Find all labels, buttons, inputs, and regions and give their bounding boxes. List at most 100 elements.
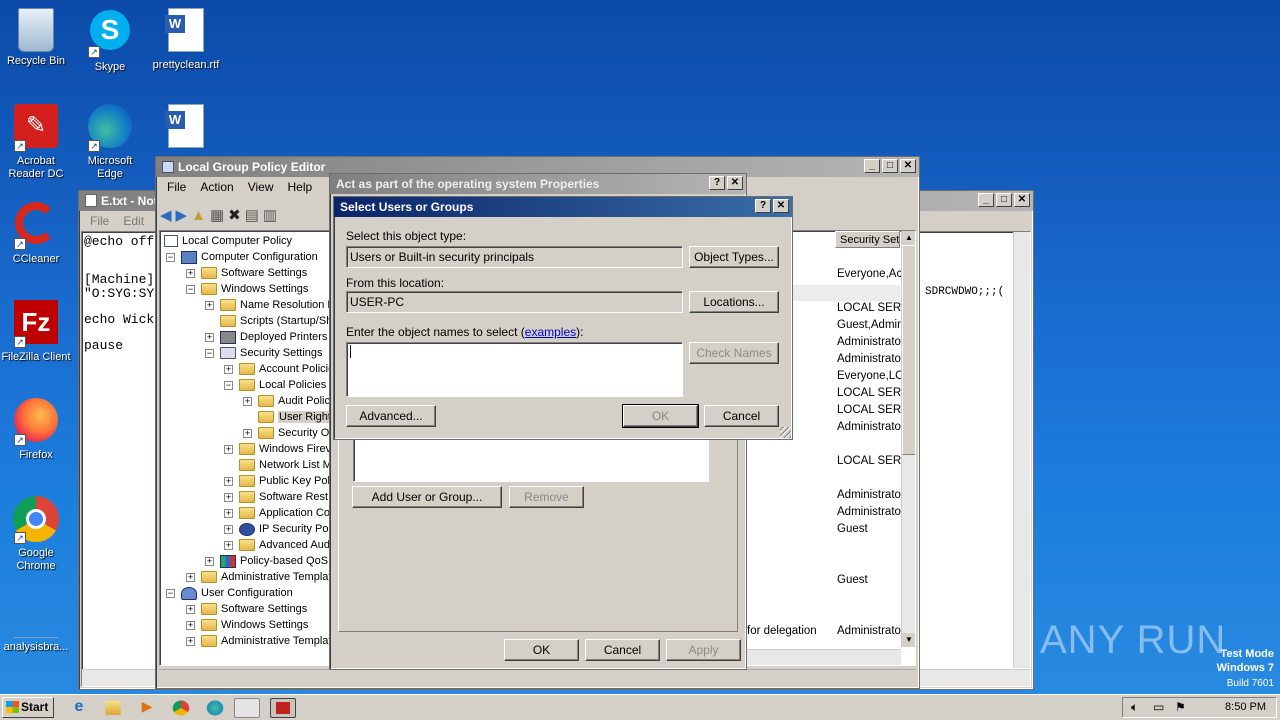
tree-node[interactable]: + Software Settings: [186, 265, 307, 281]
collapse-icon[interactable]: −: [166, 588, 175, 598]
tree-node[interactable]: + Administrative Templat: [186, 569, 331, 585]
tree-node[interactable]: + Security O: [243, 425, 329, 441]
expand-icon[interactable]: +: [186, 636, 195, 646]
desktop-icon-word-doc[interactable]: W: [150, 104, 222, 155]
minimize-button[interactable]: _: [864, 159, 880, 173]
object-types-button[interactable]: Object Types...: [689, 246, 779, 268]
scroll-thumb[interactable]: [902, 245, 915, 455]
tree-node[interactable]: + Deployed Printers: [205, 329, 327, 345]
tree-node[interactable]: Local Computer Policy: [164, 233, 292, 249]
expand-icon[interactable]: +: [224, 508, 233, 518]
desktop-icon-skype[interactable]: S ↗ Skype: [74, 8, 146, 74]
collapse-icon[interactable]: −: [186, 284, 195, 294]
delete-icon[interactable]: ✖: [228, 206, 241, 224]
tree-node[interactable]: + Policy-based QoS: [205, 553, 328, 569]
menu-edit[interactable]: Edit: [116, 214, 151, 228]
tree-node[interactable]: + Software Rest: [224, 489, 328, 505]
forward-icon[interactable]: ▶: [176, 206, 188, 224]
check-names-button[interactable]: Check Names: [689, 342, 779, 364]
desktop-icon-recycle-bin[interactable]: Recycle Bin: [0, 8, 72, 68]
gpedit-taskbar-button[interactable]: [270, 698, 296, 718]
export-icon[interactable]: ▥: [263, 206, 277, 224]
tree-node[interactable]: + Account Policie: [224, 361, 331, 377]
tree-node[interactable]: + Name Resolution P: [205, 297, 331, 313]
expand-icon[interactable]: +: [224, 540, 233, 550]
notepad-taskbar-button[interactable]: [234, 698, 260, 718]
maximize-button[interactable]: □: [882, 159, 898, 173]
tree-node[interactable]: Network List M: [239, 457, 331, 473]
collapse-icon[interactable]: −: [205, 348, 214, 358]
close-button[interactable]: ✕: [1014, 193, 1030, 207]
desktop-icon-analysis[interactable]: analysisbra...: [0, 594, 72, 654]
desktop-icon-edge[interactable]: ↗ Microsoft Edge: [74, 104, 146, 181]
object-names-input[interactable]: [346, 342, 683, 397]
expand-icon[interactable]: +: [186, 620, 195, 630]
expand-icon[interactable]: +: [224, 444, 233, 454]
expand-icon[interactable]: +: [224, 476, 233, 486]
menu-file[interactable]: File: [83, 214, 116, 228]
cancel-button[interactable]: Cancel: [585, 639, 660, 661]
chrome-taskbar-icon[interactable]: [172, 700, 190, 716]
resize-grip-icon[interactable]: [780, 427, 791, 438]
tree-node[interactable]: − Windows Settings: [186, 281, 308, 297]
locations-button[interactable]: Locations...: [689, 291, 779, 313]
select-users-dialog[interactable]: Select Users or Groups ? ✕ Select this ob…: [333, 196, 793, 440]
menu-action[interactable]: Action: [193, 180, 240, 194]
expand-icon[interactable]: +: [224, 492, 233, 502]
collapse-icon[interactable]: −: [224, 380, 233, 390]
close-button[interactable]: ✕: [900, 159, 916, 173]
tree-node[interactable]: + Software Settings: [186, 601, 307, 617]
desktop-icon-chrome[interactable]: ↗ Google Chrome: [0, 496, 72, 573]
media-player-icon[interactable]: ▶: [136, 698, 158, 718]
scroll-down-icon[interactable]: ▼: [902, 633, 915, 647]
notepad-vscrollbar[interactable]: [1013, 232, 1030, 668]
tree-node[interactable]: + Windows Settings: [186, 617, 308, 633]
tree-node[interactable]: + Advanced Aud: [224, 537, 330, 553]
list-vscrollbar[interactable]: ▲ ▼: [901, 231, 915, 647]
expand-icon[interactable]: +: [186, 572, 195, 582]
show-hide-tree-icon[interactable]: ▦: [210, 206, 224, 224]
clock[interactable]: 8:50 PM: [1225, 701, 1266, 713]
select-users-titlebar[interactable]: Select Users or Groups ? ✕: [334, 197, 792, 217]
expand-icon[interactable]: +: [224, 524, 233, 534]
expand-icon[interactable]: +: [205, 556, 214, 566]
explorer-icon[interactable]: [105, 701, 121, 715]
ok-button[interactable]: OK: [622, 404, 699, 428]
advanced-button[interactable]: Advanced...: [346, 405, 436, 427]
apply-button[interactable]: Apply: [666, 639, 741, 661]
maximize-button[interactable]: □: [996, 193, 1012, 207]
ie-icon[interactable]: e: [68, 698, 90, 718]
desktop-icon-prettyclean[interactable]: W prettyclean.rtf: [150, 8, 222, 72]
menu-help[interactable]: Help: [281, 180, 320, 194]
network-icon[interactable]: ▭: [1153, 700, 1164, 714]
menu-file[interactable]: File: [160, 180, 193, 194]
expand-icon[interactable]: +: [243, 396, 252, 406]
expand-icon[interactable]: +: [243, 428, 252, 438]
examples-link[interactable]: examples: [525, 325, 576, 339]
remove-button[interactable]: Remove: [509, 486, 584, 508]
menu-view[interactable]: View: [241, 180, 281, 194]
minimize-button[interactable]: _: [978, 193, 994, 207]
properties-icon[interactable]: ▤: [245, 206, 259, 224]
edge-taskbar-icon[interactable]: [206, 700, 224, 716]
speaker-icon[interactable]: 🔈︎: [1131, 700, 1138, 715]
tree-node[interactable]: + Application Co: [224, 505, 330, 521]
expand-icon[interactable]: +: [186, 268, 195, 278]
desktop-icon-ccleaner[interactable]: ↗ CCleaner: [0, 202, 72, 266]
cancel-button[interactable]: Cancel: [704, 405, 779, 427]
properties-titlebar[interactable]: Act as part of the operating system Prop…: [330, 174, 746, 194]
desktop-icon-filezilla[interactable]: Fz ↗ FileZilla Client: [0, 300, 72, 364]
expand-icon[interactable]: +: [224, 364, 233, 374]
help-button[interactable]: ?: [755, 199, 771, 213]
tree-node[interactable]: − User Configuration: [166, 585, 293, 601]
expand-icon[interactable]: +: [205, 332, 214, 342]
flag-icon[interactable]: ⚑: [1175, 700, 1186, 714]
security-setting-column-header[interactable]: Security Setti: [835, 231, 900, 248]
desktop-icon-firefox[interactable]: ↗ Firefox: [0, 398, 72, 462]
tree-node[interactable]: − Security Settings: [205, 345, 323, 361]
desktop-icon-acrobat[interactable]: ✎ ↗ Acrobat Reader DC: [0, 104, 72, 181]
start-button[interactable]: Start: [2, 697, 54, 718]
tree-node[interactable]: Scripts (Startup/Sh: [220, 313, 331, 329]
help-button[interactable]: ?: [709, 176, 725, 190]
tree-node[interactable]: + Audit Polic: [243, 393, 330, 409]
